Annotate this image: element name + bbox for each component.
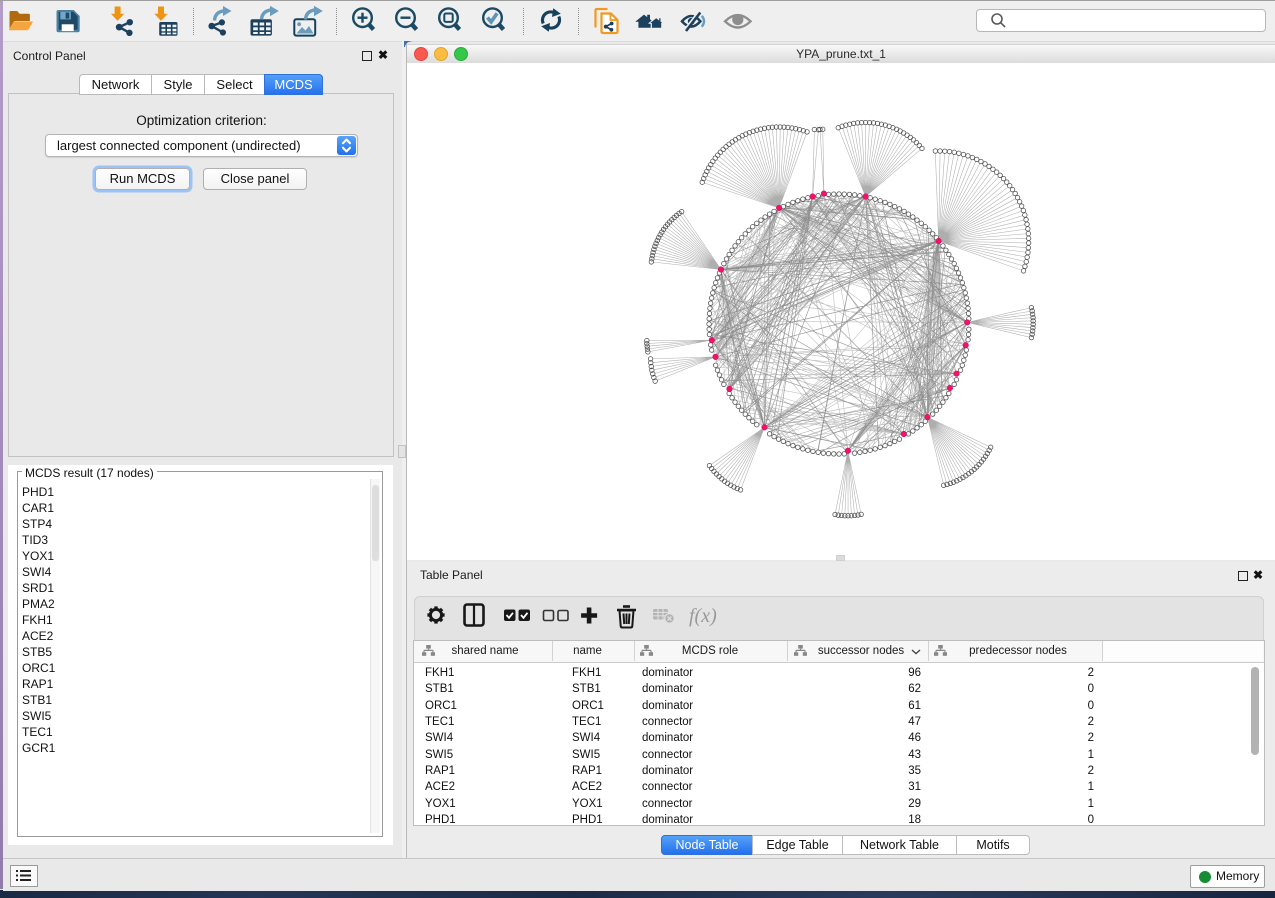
svg-text:f(x): f(x) xyxy=(689,605,717,627)
